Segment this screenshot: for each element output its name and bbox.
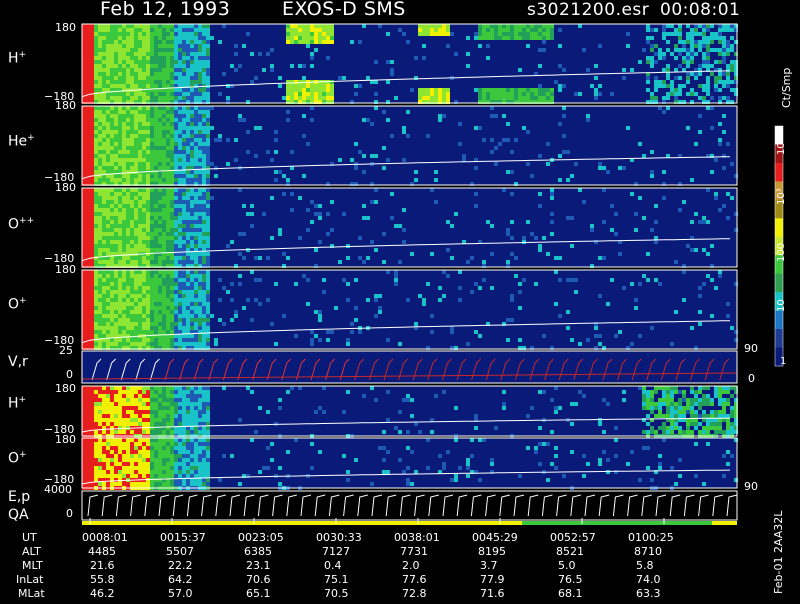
ytick-p5-top: 25	[59, 344, 73, 357]
colorbar-tick-1000: 10³	[776, 188, 787, 205]
table-cell: 2.0	[402, 559, 420, 572]
table-cell: 65.1	[246, 587, 271, 600]
table-cell: 77.6	[402, 573, 427, 586]
table-cell: 8521	[556, 545, 584, 558]
table-cell: 63.3	[636, 587, 661, 600]
ytick-p2-top: 180	[55, 99, 76, 112]
colorbar-tick-10: 10	[776, 299, 787, 312]
row-label-alt: ALT	[22, 545, 41, 558]
table-cell: 0038:01	[394, 531, 440, 544]
table-cell: 0.4	[324, 559, 342, 572]
table-cell: 0052:57	[550, 531, 596, 544]
table-cell: 5507	[166, 545, 194, 558]
ytick-p4-top: 180	[55, 263, 76, 276]
colorbar-segment	[775, 218, 783, 237]
table-cell: 6385	[244, 545, 272, 558]
table-cell: 0030:33	[316, 531, 362, 544]
header-instrument: EXOS-D SMS	[282, 0, 406, 20]
colorbar-segment	[775, 329, 783, 348]
row-label-mlat: MLat	[18, 587, 45, 600]
qa-bar-yellow-2	[712, 521, 737, 525]
table-cell: 3.7	[480, 559, 498, 572]
right-label-90-b: 90	[744, 480, 758, 493]
ytick-p1-top: 180	[55, 21, 76, 34]
table-cell: 0008:01	[82, 531, 128, 544]
row-label-mlt: MLT	[22, 559, 43, 572]
table-cell: 68.1	[558, 587, 583, 600]
panel-label-o-plus: O+	[8, 296, 27, 313]
panel-label-v-r: V,r	[8, 354, 28, 370]
qa-bar-yellow	[82, 521, 522, 525]
ytick-p8-bot: 0	[66, 507, 73, 520]
table-cell: 55.8	[90, 573, 115, 586]
ytick-p3-top: 180	[55, 181, 76, 194]
colorbar-tick-10000: 10⁴	[776, 138, 787, 155]
table-cell: 0045:29	[472, 531, 518, 544]
panel-label-e-p: E,p	[8, 489, 30, 505]
colorbar-title: Ct/Smp	[780, 68, 793, 108]
table-cell: 5.0	[558, 559, 576, 572]
header-file: s3021200.esr	[527, 0, 649, 20]
table-cell: 74.0	[636, 573, 661, 586]
table-cell: 23.1	[246, 559, 271, 572]
header-date: Feb 12, 1993	[100, 0, 230, 20]
header-time: 00:08:01	[660, 0, 740, 20]
table-cell: 70.5	[324, 587, 349, 600]
side-note: Feb-01 2AA32L	[772, 511, 785, 594]
qa-bar-green	[522, 521, 712, 525]
ytick-p5-bot: 0	[66, 368, 73, 381]
ytick-p7-top: 180	[55, 433, 76, 446]
right-label-90: 90	[744, 342, 758, 355]
right-label-0: 0	[748, 372, 755, 385]
panel-label-h-plus: H+	[8, 50, 26, 67]
colorbar-tick-1: 1	[780, 356, 786, 367]
table-cell: 76.5	[558, 573, 583, 586]
colorbar-segment	[775, 311, 783, 330]
table-cell: 8195	[478, 545, 506, 558]
table-cell: 75.1	[324, 573, 349, 586]
table-cell: 21.6	[90, 559, 115, 572]
colorbar-segment	[775, 274, 783, 293]
colorbar-tick-100: 100	[776, 243, 787, 262]
table-cell: 72.8	[402, 587, 427, 600]
table-cell: 4485	[88, 545, 116, 558]
table-cell: 0015:37	[160, 531, 206, 544]
table-cell: 77.9	[480, 573, 505, 586]
table-cell: 8710	[634, 545, 662, 558]
panel-label-qa: QA	[8, 507, 29, 523]
panel-label-o-plus-2: O+	[8, 450, 27, 467]
panel-label-h-plus-2: H+	[8, 395, 26, 412]
table-cell: 57.0	[168, 587, 193, 600]
ytick-p6-top: 180	[55, 382, 76, 395]
table-cell: 71.6	[480, 587, 505, 600]
ytick-p8-top: 4000	[44, 483, 72, 496]
table-cell: 0100:25	[628, 531, 674, 544]
colorbar-segment	[775, 163, 783, 182]
table-cell: 64.2	[168, 573, 193, 586]
panel-label-o-plusplus: O++	[8, 216, 34, 233]
spectrogram-svg	[0, 0, 800, 600]
panel-label-he-plus: He+	[8, 133, 35, 150]
row-label-ut: UT	[22, 531, 37, 544]
table-cell: 0023:05	[238, 531, 284, 544]
table-cell: 46.2	[90, 587, 115, 600]
spectrogram-figure: Feb 12, 1993 EXOS-D SMS s3021200.esr 00:…	[0, 0, 800, 600]
table-cell: 22.2	[168, 559, 193, 572]
table-cell: 7731	[400, 545, 428, 558]
table-cell: 70.6	[246, 573, 271, 586]
table-cell: 5.8	[636, 559, 654, 572]
row-label-inlat: InLat	[16, 573, 43, 586]
table-cell: 7127	[322, 545, 350, 558]
